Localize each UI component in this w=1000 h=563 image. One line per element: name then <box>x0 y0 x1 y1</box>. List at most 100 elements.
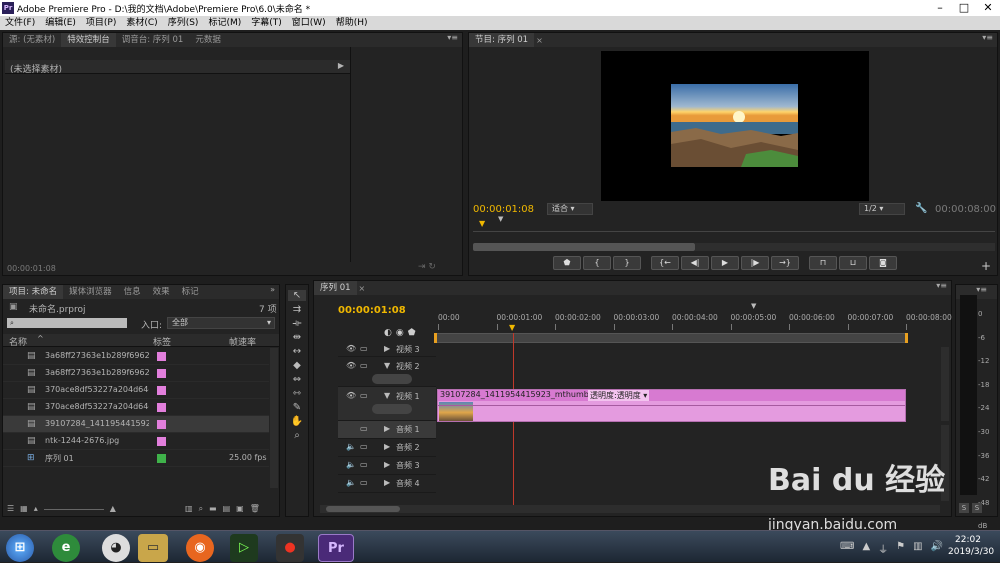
menu-marker[interactable]: 标记(M) <box>203 16 246 30</box>
project-item-sequence[interactable]: ⊞ 序列 01 25.00 fps <box>3 450 269 467</box>
close-button[interactable]: ✕ <box>976 0 1000 16</box>
firefox-icon[interactable]: ◉ <box>186 534 214 562</box>
speaker-icon[interactable]: 🔈 <box>346 442 356 451</box>
expand-arrow-icon[interactable]: ▶ <box>338 61 344 70</box>
sync-lock-icon[interactable]: ▭ <box>360 460 368 469</box>
lock-icon[interactable]: ▭ <box>360 361 368 370</box>
sync-lock-icon[interactable]: ▭ <box>360 442 368 451</box>
label-color-swatch[interactable] <box>157 369 166 378</box>
qq-icon[interactable]: ◕ <box>102 534 130 562</box>
export-frame-button[interactable]: ◙ <box>869 256 897 270</box>
work-area-bar[interactable] <box>434 333 908 343</box>
label-color-swatch[interactable] <box>157 403 166 412</box>
menu-clip[interactable]: 素材(C) <box>121 16 162 30</box>
project-item[interactable]: ▤ 370ace8df53227a204d64c7 <box>3 382 269 399</box>
step-back-button[interactable]: ◀| <box>681 256 709 270</box>
play-button[interactable]: ▶ <box>711 256 739 270</box>
menu-sequence[interactable]: 序列(S) <box>163 16 204 30</box>
menu-edit[interactable]: 编辑(E) <box>40 16 81 30</box>
timeline-h-scrollbar[interactable] <box>326 506 400 512</box>
rate-stretch-tool-icon[interactable]: ↔ <box>293 346 301 357</box>
speaker-icon[interactable]: 🔈 <box>346 460 356 469</box>
expand-icon[interactable]: ▶ <box>384 344 390 353</box>
fit-dropdown[interactable]: 适合 ▾ <box>547 203 593 215</box>
close-tab-icon[interactable]: × <box>359 284 366 293</box>
sync-lock-icon[interactable]: ▭ <box>360 478 368 487</box>
hand-tool-icon[interactable]: ✋ <box>291 416 303 427</box>
mark-out-button[interactable]: } <box>613 256 641 270</box>
keyframe-nav[interactable] <box>372 374 412 384</box>
lock-icon[interactable]: ▭ <box>360 344 368 353</box>
list-view-icon[interactable]: ☰ <box>7 504 14 513</box>
tab-audio-mixer[interactable]: 调音台: 序列 01 <box>116 33 190 47</box>
new-bin-icon[interactable]: ▬ <box>209 504 217 514</box>
trash-icon[interactable]: 🗑 <box>250 504 260 514</box>
add-button-icon[interactable]: + <box>981 259 991 273</box>
panel-menu-icon[interactable]: ▾≡ <box>982 33 993 42</box>
column-rate[interactable]: 帧速率 <box>229 335 256 348</box>
add-marker-button[interactable]: ⬟ <box>553 256 581 270</box>
menu-help[interactable]: 帮助(H) <box>331 16 373 30</box>
mark-in-button[interactable]: { <box>583 256 611 270</box>
start-button-icon[interactable]: ⊞ <box>6 534 34 562</box>
slide-tool-icon[interactable]: ⇿ <box>293 388 301 399</box>
video-app-icon[interactable]: ▷ <box>230 534 258 562</box>
zoom-in-icon[interactable]: ▲ <box>110 504 116 513</box>
tab-source[interactable]: 源: (无素材) <box>3 33 61 47</box>
expand-icon[interactable]: ▶ <box>384 442 390 451</box>
sort-arrow-icon[interactable]: ^ <box>37 334 44 343</box>
expand-icon[interactable]: ▶ <box>384 424 390 433</box>
collapse-icon[interactable]: ▼ <box>384 391 390 400</box>
project-item[interactable]: ▤ 3a68ff27363e1b289f69628c <box>3 348 269 365</box>
project-scrollbar[interactable] <box>270 348 278 488</box>
clock[interactable]: 22:02 2019/3/30 <box>948 535 994 557</box>
label-color-swatch[interactable] <box>157 386 166 395</box>
go-to-in-button[interactable]: {← <box>651 256 679 270</box>
expand-icon[interactable]: ▶ <box>384 478 390 487</box>
label-color-swatch[interactable] <box>157 352 166 361</box>
keyboard-icon[interactable]: ⌨ <box>840 541 854 556</box>
maximize-button[interactable]: □ <box>952 0 976 16</box>
speaker-icon[interactable]: 🔈 <box>346 478 356 487</box>
usb-icon[interactable]: ⏚ <box>878 541 888 556</box>
label-color-swatch[interactable] <box>157 420 166 429</box>
network-icon[interactable]: ▥ <box>913 541 922 556</box>
razor-tool-icon[interactable]: ◆ <box>293 360 301 371</box>
minimize-button[interactable]: – <box>928 0 952 16</box>
tab-effect-controls[interactable]: 特效控制台 <box>61 33 116 47</box>
go-to-out-button[interactable]: →} <box>771 256 799 270</box>
close-tab-icon[interactable]: × <box>536 36 543 45</box>
panel-menu-icon[interactable]: » <box>270 285 275 294</box>
new-item-icon[interactable]: ▤ <box>223 504 231 514</box>
menu-window[interactable]: 窗口(W) <box>287 16 331 30</box>
tab-markers[interactable]: 标记 <box>176 285 205 299</box>
extract-button[interactable]: ⊔ <box>839 256 867 270</box>
audio-scrollbar[interactable] <box>941 425 949 501</box>
step-forward-button[interactable]: |▶ <box>741 256 769 270</box>
collapse-icon[interactable]: ▼ <box>384 361 390 370</box>
tab-project[interactable]: 项目: 未命名 <box>3 285 64 299</box>
menu-title[interactable]: 字幕(T) <box>246 16 287 30</box>
premiere-taskbar-button[interactable]: Pr <box>318 534 354 562</box>
selection-tool-icon[interactable]: ↖ <box>288 290 306 301</box>
snap-icon[interactable]: ◐ <box>384 328 392 338</box>
eye-icon[interactable]: 👁 <box>346 391 356 400</box>
ripple-edit-tool-icon[interactable]: ⟛ <box>292 318 301 329</box>
lift-button[interactable]: ⊓ <box>809 256 837 270</box>
icon-view-icon[interactable]: ▦ <box>20 504 28 513</box>
tab-media-browser[interactable]: 媒体浏览器 <box>63 285 118 299</box>
project-item[interactable]: ▤ 370ace8df53227a204d64c7 <box>3 399 269 416</box>
find-icon[interactable]: ⌕ <box>199 504 203 514</box>
lock-icon[interactable]: ▭ <box>360 391 368 400</box>
playhead-icon[interactable]: ▼ <box>509 323 515 332</box>
tab-sequence[interactable]: 序列 01 <box>314 281 357 295</box>
label-color-swatch[interactable] <box>157 437 166 446</box>
volume-icon[interactable]: 🔊 <box>931 541 943 556</box>
recorder-icon[interactable]: ● <box>276 534 304 562</box>
video-clip[interactable]: 39107284_1411954415923_mthumb.jpg 透明度:透明… <box>437 389 906 422</box>
zoom-out-icon[interactable]: ▴ <box>34 504 38 513</box>
automate-icon[interactable]: ▥ <box>185 504 193 514</box>
tab-metadata[interactable]: 元数据 <box>189 33 227 47</box>
track-select-tool-icon[interactable]: ⇉ <box>293 304 301 315</box>
column-label[interactable]: 标签 <box>153 335 171 348</box>
